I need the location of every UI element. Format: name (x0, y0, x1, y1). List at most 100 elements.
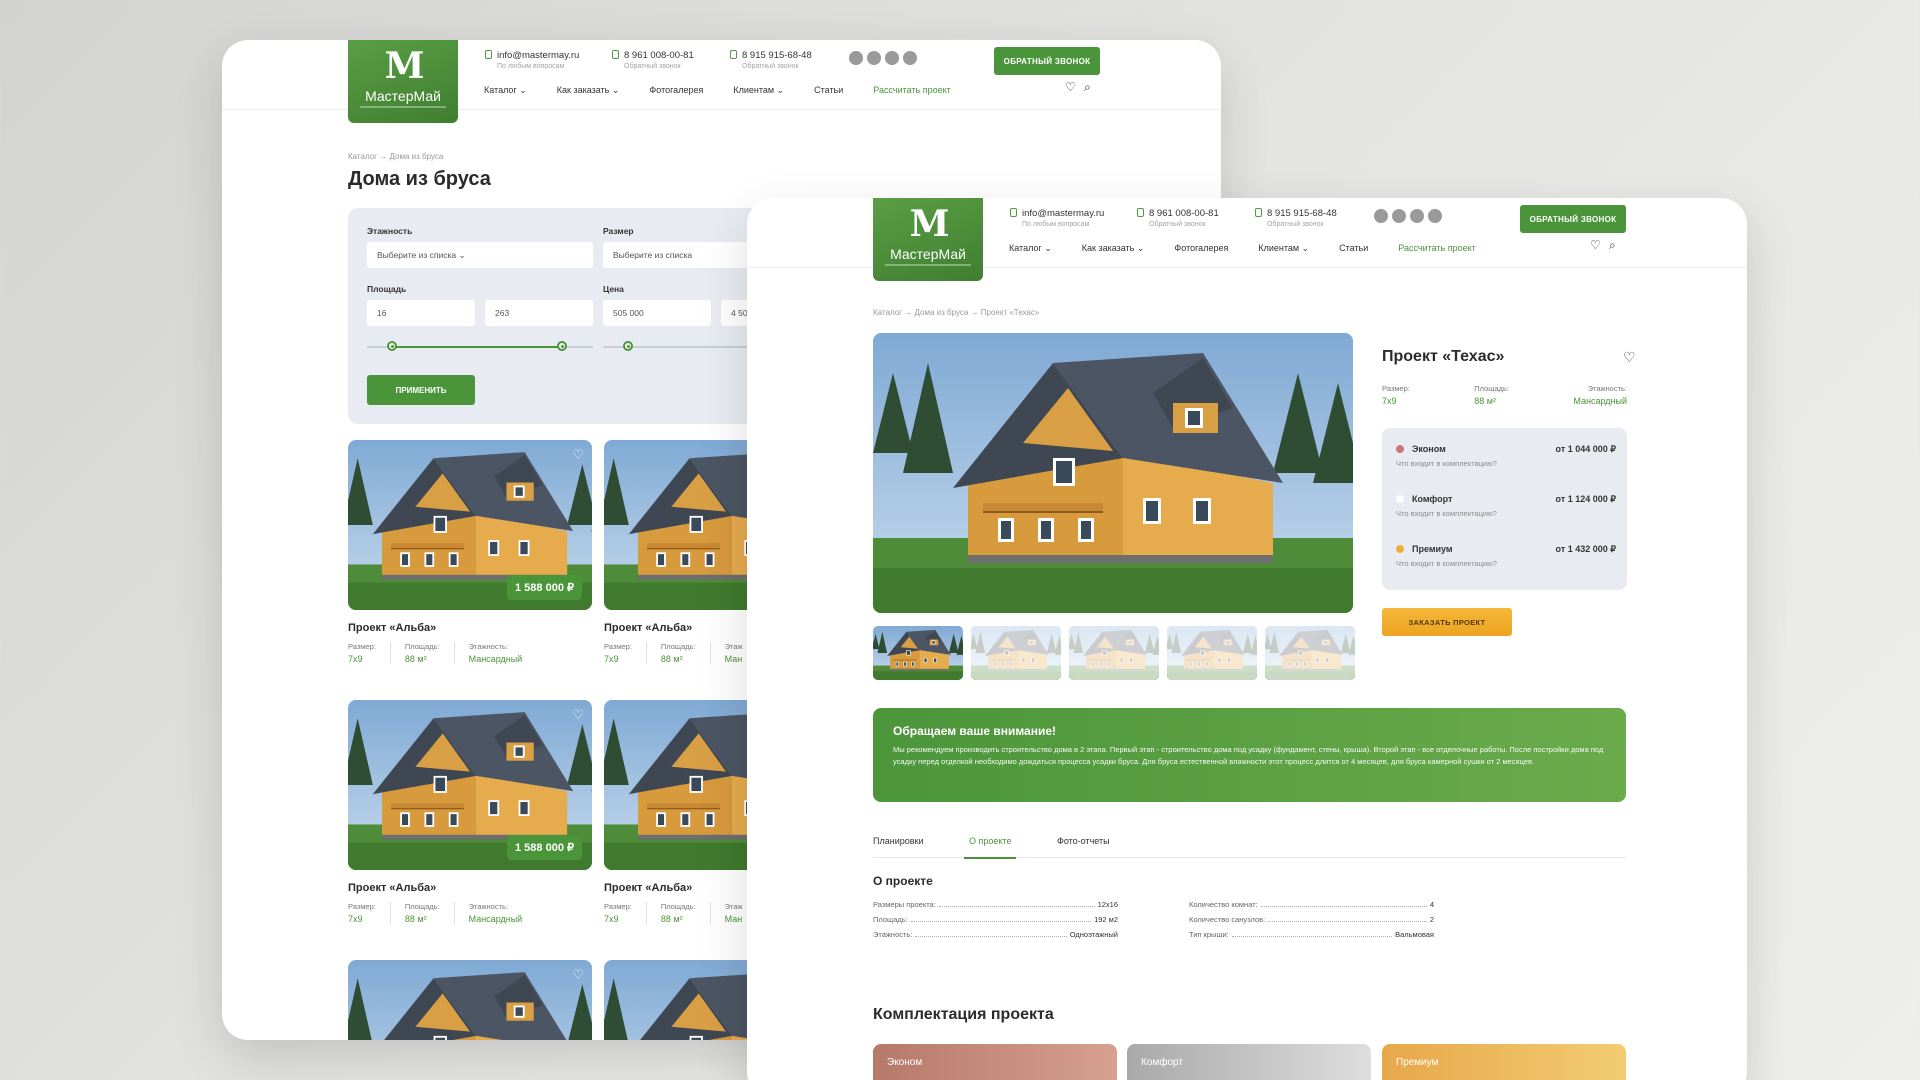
nav-how-to-order[interactable]: Как заказать ⌄ (1082, 243, 1145, 254)
spec-area: Площадь: 88 м² (661, 642, 711, 664)
header-email[interactable]: info@mastermay.ru По любым вопросам (485, 50, 579, 70)
thumbnail[interactable] (1265, 626, 1355, 680)
header-phone-2[interactable]: 8 915 915-68-48 Обратный звонок (730, 50, 812, 70)
spec-area: Площадь: 88 м² (1474, 384, 1509, 406)
card-specs: Размер: 7x9 Площадь: 88 м² Этажность: Манса… (348, 902, 592, 924)
site-header: M МастерМай info@mastermay.ru По любым во… (222, 40, 1221, 123)
nav-articles[interactable]: Статьи (814, 85, 843, 96)
tab-photo-reports[interactable]: Фото-отчеты (1057, 836, 1110, 846)
social-icons (849, 51, 917, 65)
favorite-heart-icon[interactable]: ♡ (572, 968, 584, 981)
thumbnail[interactable] (1167, 626, 1257, 680)
card-image[interactable]: ♡ 1 588 000 ₽ (348, 700, 592, 870)
tab-about[interactable]: О проекте (963, 836, 1017, 859)
product-card[interactable]: ♡ (348, 960, 592, 1040)
floors-select[interactable]: Выберите из списка ⌄ (367, 242, 593, 268)
header-phone-1[interactable]: 8 961 008-00-81 Обратный звонок (612, 50, 694, 70)
thumbnail[interactable] (971, 626, 1061, 680)
komp-card-comfort[interactable]: Комфорт (1127, 1044, 1371, 1080)
area-min-input[interactable]: 16 (367, 300, 475, 326)
header-email[interactable]: info@mastermay.ru По любым вопросам (1010, 208, 1104, 228)
price-slider-min-handle[interactable] (623, 341, 633, 351)
thumbnail-active[interactable] (873, 626, 963, 680)
price-min-input[interactable]: 505 000 (603, 300, 711, 326)
nav-gallery[interactable]: Фотогалерея (649, 85, 703, 96)
package-premium[interactable]: Премиум от 1 432 000 ₽ Что входит в комп… (1396, 544, 1616, 568)
nav-clients[interactable]: Клиентам ⌄ (1258, 243, 1309, 254)
komplektatsiya-title: Комплектация проекта (873, 1006, 1054, 1023)
about-row: Площадь: 192 м2 (873, 915, 1118, 924)
search-icon[interactable]: ⌕ (1084, 80, 1091, 95)
main-project-image[interactable] (873, 333, 1353, 613)
package-econom[interactable]: Эконом от 1 044 000 ₽ Что входит в компл… (1396, 444, 1616, 468)
package-price: от 1 124 000 ₽ (1555, 494, 1616, 504)
header-phone-1[interactable]: 8 961 008-00-81 Обратный звонок (1137, 208, 1219, 228)
package-info-link[interactable]: Что входит в комплектацию? (1396, 559, 1616, 568)
package-info-link[interactable]: Что входит в комплектацию? (1396, 459, 1616, 468)
nav-how-to-order[interactable]: Как заказать ⌄ (557, 85, 620, 96)
package-dot-icon (1396, 495, 1404, 503)
header-phone-2[interactable]: 8 915 915-68-48 Обратный звонок (1255, 208, 1337, 228)
spec-floors: Этажность: Мансардный (468, 642, 523, 664)
notice-banner: Обращаем ваше внимание! Мы рекомендуем п… (873, 708, 1626, 802)
area-slider-range (392, 346, 562, 348)
telegram-icon[interactable] (1428, 209, 1442, 223)
breadcrumb[interactable]: Каталог → Дома из бруса (348, 152, 443, 161)
package-info-link[interactable]: Что входит в комплектацию? (1396, 509, 1616, 518)
tab-layouts[interactable]: Планировки (873, 836, 923, 846)
apply-filter-button[interactable]: ПРИМЕНИТЬ (367, 375, 475, 405)
komp-card-premium[interactable]: Премиум (1382, 1044, 1626, 1080)
email-text: info@mastermay.ru (1022, 208, 1105, 219)
breadcrumb[interactable]: Каталог → Дома из бруса → Проект «Техас» (873, 308, 1039, 317)
thumbnail[interactable] (1069, 626, 1159, 680)
card-title[interactable]: Проект «Альба» (348, 622, 592, 634)
youtube-icon[interactable] (1392, 209, 1406, 223)
main-nav: Каталог ⌄ Как заказать ⌄ Фотогалерея Кли… (1009, 243, 1506, 254)
nav-calculate[interactable]: Рассчитать проект (1398, 243, 1476, 254)
image-thumbnails (873, 626, 1355, 680)
product-card[interactable]: ♡ 1 588 000 ₽ Проект «Альба» Размер: 7x9 … (348, 440, 592, 664)
youtube-icon[interactable] (867, 51, 881, 65)
logo-text: МастерМай (890, 246, 966, 262)
favorite-heart-icon[interactable]: ♡ (572, 708, 584, 721)
logo-text: МастерМай (365, 88, 441, 104)
telegram-icon[interactable] (903, 51, 917, 65)
area-slider-max-handle[interactable] (557, 341, 567, 351)
card-image[interactable]: ♡ 1 588 000 ₽ (348, 440, 592, 610)
package-price: от 1 432 000 ₽ (1555, 544, 1616, 554)
site-logo[interactable]: M МастерМай (873, 198, 983, 281)
ok-icon[interactable] (1410, 209, 1424, 223)
area-slider-min-handle[interactable] (387, 341, 397, 351)
mail-icon (485, 50, 492, 59)
card-image[interactable]: ♡ (348, 960, 592, 1040)
card-title[interactable]: Проект «Альба» (348, 882, 592, 894)
search-icon[interactable]: ⌕ (1609, 238, 1616, 253)
project-specs: Размер: 7x9 Площадь: 88 м² Этажность: Манса… (1382, 384, 1627, 406)
about-row: Размеры проекта: 12x16 (873, 900, 1118, 909)
favorites-icon[interactable]: ♡ (1065, 80, 1076, 94)
callback-button[interactable]: ОБРАТНЫЙ ЗВОНОК (994, 47, 1100, 75)
nav-catalog[interactable]: Каталог ⌄ (1009, 243, 1052, 254)
nav-catalog[interactable]: Каталог ⌄ (484, 85, 527, 96)
product-card[interactable]: ♡ 1 588 000 ₽ Проект «Альба» Размер: 7x9 … (348, 700, 592, 924)
callback-button[interactable]: ОБРАТНЫЙ ЗВОНОК (1520, 205, 1626, 233)
notice-title: Обращаем ваше внимание! (893, 724, 1057, 738)
vk-icon[interactable] (849, 51, 863, 65)
komp-card-econom[interactable]: Эконом (873, 1044, 1117, 1080)
package-dot-icon (1396, 545, 1404, 553)
floors-label: Этажность (367, 226, 413, 236)
vk-icon[interactable] (1374, 209, 1388, 223)
favorite-heart-icon[interactable]: ♡ (1623, 349, 1636, 366)
site-logo[interactable]: M МастерМай (348, 40, 458, 123)
order-project-button[interactable]: ЗАКАЗАТЬ ПРОЕКТ (1382, 608, 1512, 636)
favorite-heart-icon[interactable]: ♡ (572, 448, 584, 461)
ok-icon[interactable] (885, 51, 899, 65)
package-comfort[interactable]: Комфорт от 1 124 000 ₽ Что входит в комп… (1396, 494, 1616, 518)
nav-articles[interactable]: Статьи (1339, 243, 1368, 254)
main-nav: Каталог ⌄ Как заказать ⌄ Фотогалерея Кли… (484, 85, 981, 96)
nav-clients[interactable]: Клиентам ⌄ (733, 85, 784, 96)
nav-calculate[interactable]: Рассчитать проект (873, 85, 951, 96)
area-max-input[interactable]: 263 (485, 300, 593, 326)
favorites-icon[interactable]: ♡ (1590, 238, 1601, 252)
nav-gallery[interactable]: Фотогалерея (1174, 243, 1228, 254)
